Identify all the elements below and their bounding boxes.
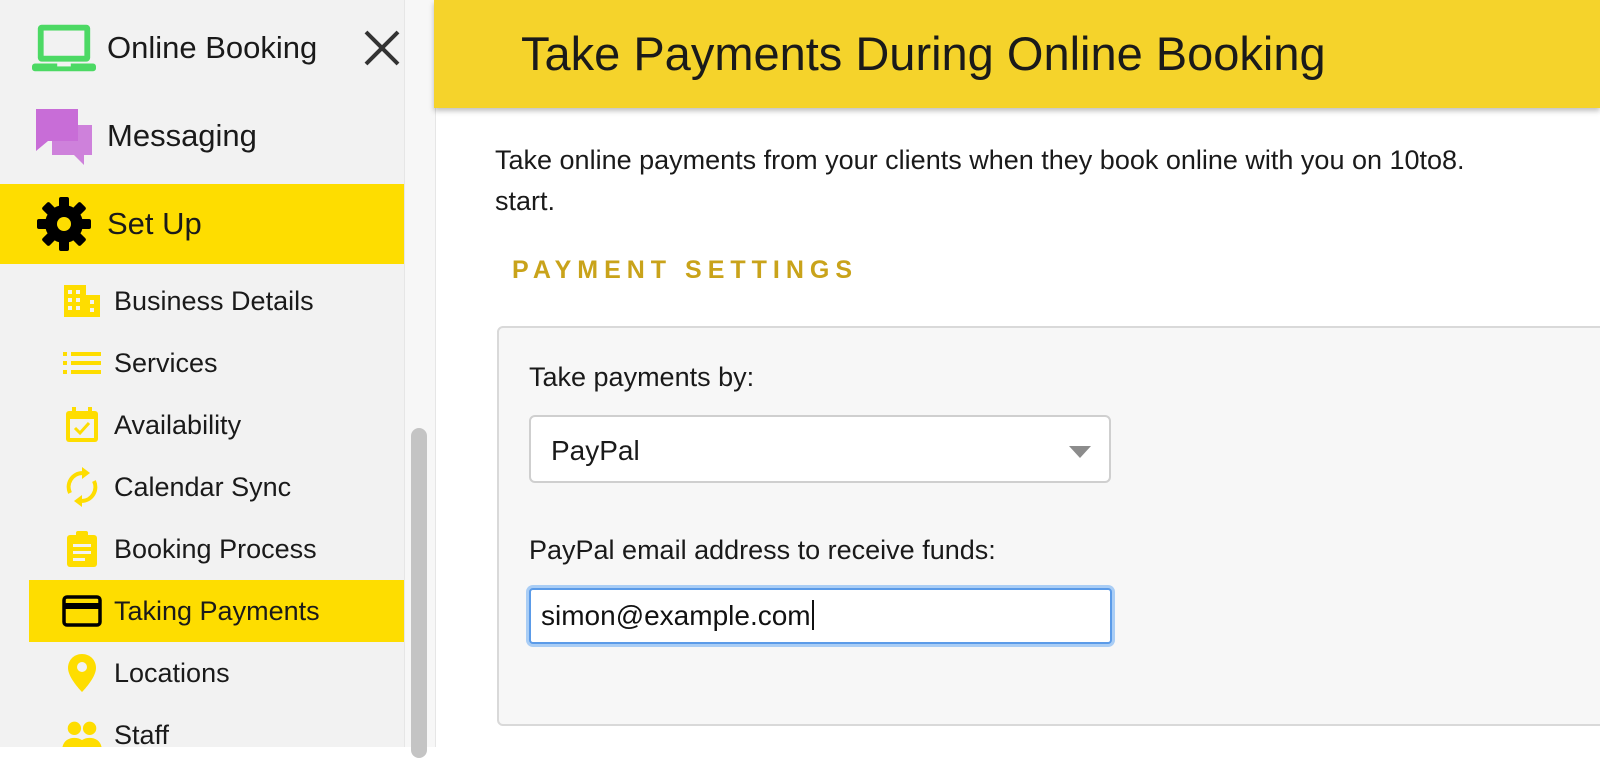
page-title: Take Payments During Online Booking xyxy=(521,27,1326,80)
sidebar-item-online-booking[interactable]: Online Booking xyxy=(0,8,404,88)
sidebar-item-label: Calendar Sync xyxy=(114,471,292,502)
chat-bubbles-icon xyxy=(32,106,96,166)
sidebar-item-calendar-sync[interactable]: Calendar Sync xyxy=(29,456,404,518)
map-pin-icon xyxy=(62,653,102,693)
section-title: PAYMENT SETTINGS xyxy=(512,256,859,284)
intro-line: Take online payments from your clients w… xyxy=(495,145,1465,175)
gear-icon xyxy=(32,194,96,254)
paypal-email-text: simon@example.com xyxy=(541,600,811,631)
people-icon xyxy=(62,715,102,747)
paypal-email-field[interactable]: simon@example.com xyxy=(529,588,1112,644)
sidebar-item-label: Staff xyxy=(114,719,170,748)
paypal-email-label: PayPal email address to receive funds: xyxy=(529,535,996,565)
sidebar-item-label: Booking Process xyxy=(114,533,317,564)
sidebar-item-label: Business Details xyxy=(114,285,314,316)
payment-method-label: Take payments by: xyxy=(529,362,755,392)
sidebar-item-messaging[interactable]: Messaging xyxy=(0,96,404,176)
close-icon xyxy=(362,28,402,73)
sidebar-item-label: Availability xyxy=(114,409,242,440)
sync-icon xyxy=(62,467,102,507)
sidebar-item-label: Online Booking xyxy=(107,30,318,65)
list-icon xyxy=(62,343,102,383)
sidebar-item-locations[interactable]: Locations xyxy=(29,642,404,704)
sidebar-item-taking-payments[interactable]: Taking Payments xyxy=(29,580,404,642)
credit-card-icon xyxy=(62,591,102,631)
page-header: Take Payments During Online Booking xyxy=(434,0,1600,108)
sidebar-item-business-details[interactable]: Business Details xyxy=(29,270,404,332)
sidebar-scrollbar-thumb[interactable] xyxy=(411,428,427,758)
intro-line: start. xyxy=(495,186,556,216)
sidebar-item-label: Taking Payments xyxy=(114,595,320,626)
text-caret xyxy=(811,600,814,630)
sidebar-item-staff[interactable]: Staff xyxy=(29,704,404,747)
close-button[interactable] xyxy=(360,28,404,72)
sidebar-item-set-up[interactable]: Set Up xyxy=(0,184,404,264)
sidebar-item-booking-process[interactable]: Booking Process xyxy=(29,518,404,580)
sidebar-item-availability[interactable]: Availability xyxy=(29,394,404,456)
calendar-check-icon xyxy=(62,405,102,445)
sidebar-item-label: Set Up xyxy=(107,206,202,241)
intro-text: Take online payments from your clients w… xyxy=(495,140,1600,222)
payment-method-select[interactable]: PayPal xyxy=(529,415,1111,483)
sidebar-item-services[interactable]: Services xyxy=(29,332,404,394)
sidebar-item-label: Messaging xyxy=(107,118,257,153)
payment-method-value: PayPal xyxy=(551,435,640,466)
sidebar-item-label: Locations xyxy=(114,657,230,688)
sidebar: Online Booking Messaging Set Up Business… xyxy=(0,0,404,747)
building-icon xyxy=(62,281,102,321)
paypal-email-value: simon@example.com xyxy=(541,600,814,632)
sidebar-item-label: Services xyxy=(114,347,218,378)
chevron-down-icon xyxy=(1069,445,1091,463)
laptop-icon xyxy=(32,18,96,78)
clipboard-icon xyxy=(62,529,102,569)
